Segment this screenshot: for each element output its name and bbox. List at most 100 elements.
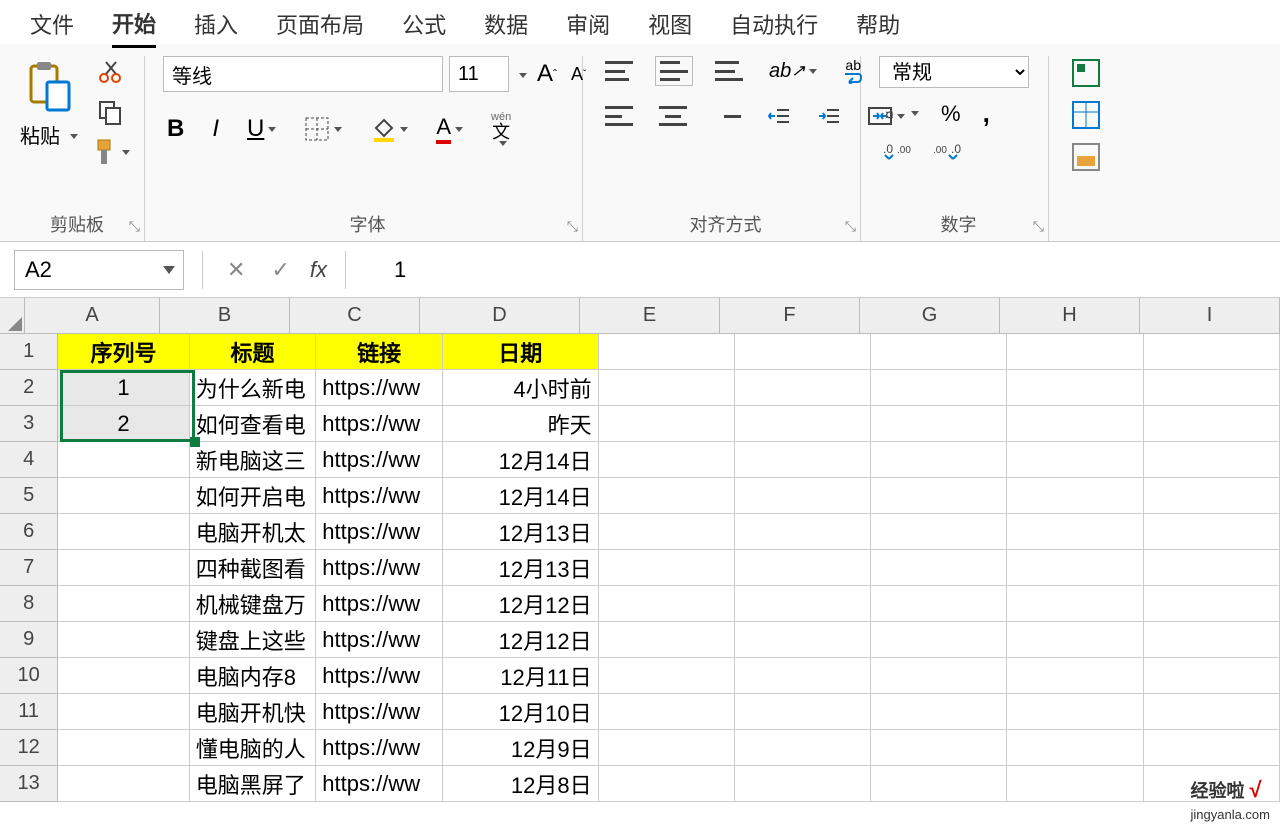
tab-formulas[interactable]: 公式: [402, 8, 446, 46]
row-header[interactable]: 11: [0, 694, 58, 730]
cell[interactable]: [599, 550, 735, 586]
tab-automate[interactable]: 自动执行: [730, 8, 818, 46]
cell[interactable]: 12月13日: [443, 550, 599, 586]
cell[interactable]: 12月12日: [443, 622, 599, 658]
cell[interactable]: 4小时前: [443, 370, 599, 406]
cell[interactable]: 键盘上这些: [190, 622, 317, 658]
clipboard-dialog-launcher[interactable]: ⤡: [129, 218, 140, 235]
row-header[interactable]: 4: [0, 442, 58, 478]
font-color-button[interactable]: A: [432, 112, 467, 146]
fill-color-button[interactable]: [366, 114, 412, 144]
cell[interactable]: [735, 406, 871, 442]
cell[interactable]: 四种截图看: [190, 550, 317, 586]
col-header-H[interactable]: H: [1000, 298, 1140, 334]
cell[interactable]: [871, 550, 1007, 586]
cell[interactable]: [871, 406, 1007, 442]
cell[interactable]: [735, 550, 871, 586]
align-center-button[interactable]: [655, 104, 691, 128]
cell[interactable]: [1144, 550, 1280, 586]
row-header[interactable]: 3: [0, 406, 58, 442]
cell[interactable]: 12月13日: [443, 514, 599, 550]
cell[interactable]: [58, 766, 189, 802]
cell[interactable]: [735, 694, 871, 730]
cell[interactable]: [1144, 694, 1280, 730]
cell[interactable]: [871, 586, 1007, 622]
format-as-table-button[interactable]: [1067, 98, 1105, 132]
wrap-text-button[interactable]: ab: [839, 56, 867, 86]
cell[interactable]: 12月14日: [443, 478, 599, 514]
number-format-select[interactable]: 常规: [879, 56, 1029, 88]
row-header[interactable]: 8: [0, 586, 58, 622]
cell[interactable]: [871, 514, 1007, 550]
cell[interactable]: [735, 334, 871, 370]
cell[interactable]: [58, 442, 189, 478]
decrease-decimal-button[interactable]: .00.0: [929, 139, 965, 163]
bold-button[interactable]: B: [163, 113, 188, 145]
conditional-formatting-button[interactable]: [1067, 56, 1105, 90]
accept-formula-icon[interactable]: ✓: [265, 257, 295, 283]
increase-indent-button[interactable]: [813, 104, 845, 128]
cell[interactable]: https://ww: [316, 766, 443, 802]
cell[interactable]: 标题: [190, 334, 317, 370]
cell[interactable]: 电脑内存8: [190, 658, 317, 694]
cell[interactable]: [735, 766, 871, 802]
row-header[interactable]: 1: [0, 334, 58, 370]
cell[interactable]: [1144, 586, 1280, 622]
cell[interactable]: [58, 514, 189, 550]
cell[interactable]: [599, 622, 735, 658]
format-painter-button[interactable]: [86, 136, 134, 168]
cell[interactable]: [58, 586, 189, 622]
align-left-button[interactable]: [601, 104, 637, 128]
font-name-select[interactable]: [163, 56, 443, 92]
cell[interactable]: 电脑黑屏了: [190, 766, 317, 802]
cell[interactable]: [1007, 766, 1143, 802]
cell[interactable]: [1144, 406, 1280, 442]
cell[interactable]: [735, 622, 871, 658]
cell[interactable]: [599, 406, 735, 442]
paste-dropdown-icon[interactable]: [66, 126, 78, 144]
cancel-formula-icon[interactable]: ✕: [221, 257, 251, 283]
col-header-D[interactable]: D: [420, 298, 580, 334]
cut-button[interactable]: [86, 56, 134, 88]
cell[interactable]: [1007, 550, 1143, 586]
cell[interactable]: [1007, 694, 1143, 730]
cell[interactable]: 12月14日: [443, 442, 599, 478]
row-header[interactable]: 7: [0, 550, 58, 586]
col-header-F[interactable]: F: [720, 298, 860, 334]
cell[interactable]: https://ww: [316, 730, 443, 766]
cell[interactable]: [1144, 442, 1280, 478]
cell[interactable]: [735, 370, 871, 406]
col-header-C[interactable]: C: [290, 298, 420, 334]
cell[interactable]: 电脑开机快: [190, 694, 317, 730]
cell[interactable]: https://ww: [316, 514, 443, 550]
row-header[interactable]: 10: [0, 658, 58, 694]
col-header-G[interactable]: G: [860, 298, 1000, 334]
cell[interactable]: [735, 478, 871, 514]
increase-decimal-button[interactable]: .0.00: [879, 139, 915, 163]
cell[interactable]: [58, 478, 189, 514]
font-size-dropdown-icon[interactable]: [515, 65, 527, 83]
tab-data[interactable]: 数据: [484, 8, 528, 46]
cell[interactable]: https://ww: [316, 478, 443, 514]
cell[interactable]: https://ww: [316, 658, 443, 694]
cell[interactable]: 日期: [443, 334, 599, 370]
italic-button[interactable]: I: [208, 113, 223, 145]
align-dialog-launcher[interactable]: ⤡: [845, 218, 856, 235]
cell[interactable]: 链接: [316, 334, 443, 370]
cell[interactable]: 12月12日: [443, 586, 599, 622]
cell[interactable]: [58, 550, 189, 586]
cell[interactable]: https://ww: [316, 694, 443, 730]
cell[interactable]: [599, 514, 735, 550]
cell[interactable]: [1007, 442, 1143, 478]
cell[interactable]: [1144, 370, 1280, 406]
orientation-button[interactable]: ab↗: [765, 58, 821, 85]
tab-home[interactable]: 开始: [112, 7, 156, 48]
cell[interactable]: [871, 766, 1007, 802]
cell[interactable]: 12月8日: [443, 766, 599, 802]
font-dialog-launcher[interactable]: ⤡: [567, 218, 578, 235]
number-dialog-launcher[interactable]: ⤡: [1033, 218, 1044, 235]
cell[interactable]: [871, 694, 1007, 730]
cell[interactable]: [1007, 334, 1143, 370]
cell[interactable]: https://ww: [316, 442, 443, 478]
cell[interactable]: [1007, 514, 1143, 550]
